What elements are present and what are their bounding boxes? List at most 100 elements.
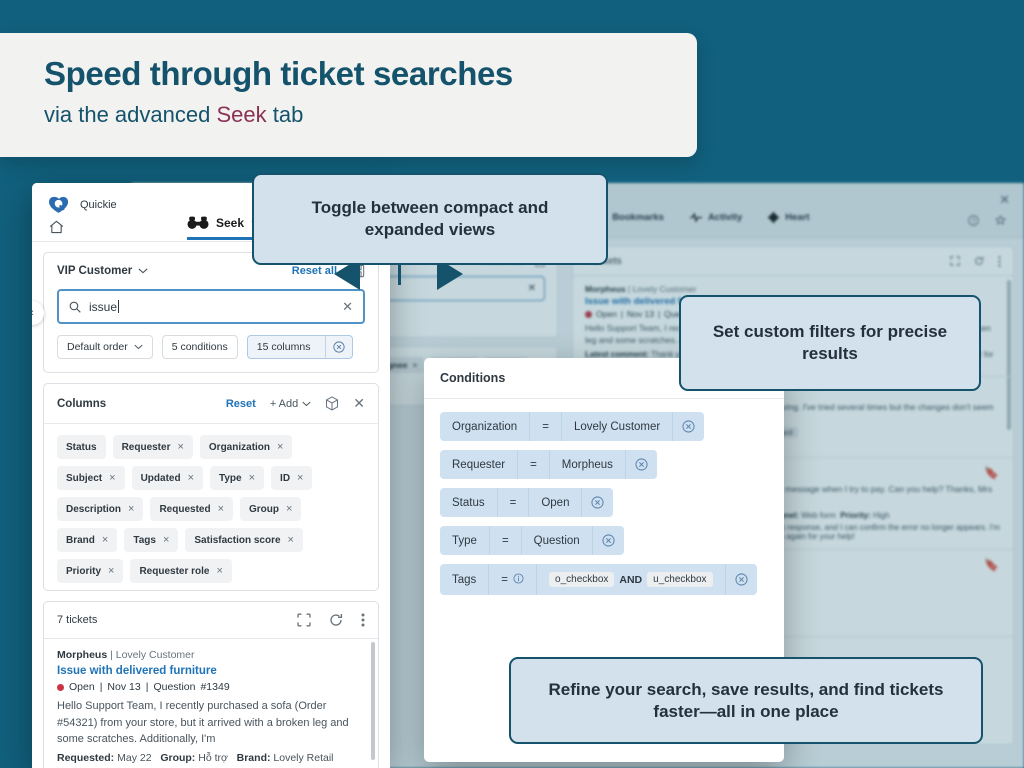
close-icon[interactable]: × <box>128 503 134 515</box>
order-select[interactable]: Default order <box>57 335 153 359</box>
column-chip[interactable]: ID × <box>271 466 313 490</box>
status-badge <box>585 310 592 318</box>
close-icon[interactable]: × <box>163 534 169 546</box>
condition-field[interactable]: Organization <box>440 412 529 441</box>
tab-heart[interactable]: Heart <box>768 212 810 230</box>
remove-circle-icon[interactable] <box>591 526 624 555</box>
remove-circle-icon[interactable] <box>624 450 657 479</box>
bookmark-icon[interactable]: 🔖 <box>984 558 999 572</box>
tab-seek[interactable]: Seek <box>187 216 262 240</box>
column-chip[interactable]: Status <box>57 435 106 459</box>
condition-value[interactable]: Question <box>520 526 592 555</box>
close-icon[interactable]: ✕ <box>999 192 1010 208</box>
condition-field[interactable]: Type <box>440 526 489 555</box>
ticket-meta: Open | Nov 13 | Question #1349 <box>57 681 365 693</box>
reset-all-link[interactable]: Reset all <box>292 265 337 277</box>
close-icon[interactable]: × <box>188 472 194 484</box>
collapse-icon[interactable] <box>950 255 960 266</box>
column-chip[interactable]: Brand × <box>57 528 118 552</box>
column-chip[interactable]: Tags × <box>124 528 179 552</box>
condition-value[interactable]: Lovely Customer <box>560 412 672 441</box>
column-chip-label: Type <box>219 472 242 484</box>
remove-circle-icon[interactable] <box>724 564 757 595</box>
close-icon[interactable]: × <box>108 565 114 577</box>
preset-selector[interactable]: VIP Customer <box>57 265 148 277</box>
background-list-actions <box>950 255 1001 267</box>
remove-circle-icon[interactable] <box>672 412 704 441</box>
column-chip[interactable]: Description × <box>57 497 144 521</box>
group-value: Hỗ trợ <box>198 751 228 764</box>
condition-field[interactable]: Status <box>440 488 497 517</box>
remove-circle-icon[interactable] <box>581 488 613 517</box>
condition-row[interactable]: Requester = Morpheus <box>440 450 657 479</box>
group-label: Group: <box>160 751 196 764</box>
condition-row[interactable]: Status = Open <box>440 488 614 517</box>
more-vertical-icon[interactable] <box>998 255 1001 267</box>
conditions-button[interactable]: 5 conditions <box>161 335 238 359</box>
condition-row[interactable]: Type = Question <box>440 526 624 555</box>
close-icon[interactable]: × <box>297 472 303 484</box>
columns-button[interactable]: 15 columns <box>246 335 354 359</box>
condition-row[interactable]: Tags = o_checkbox AND u_checkbox <box>440 564 757 595</box>
info-icon[interactable] <box>513 572 524 587</box>
column-chip[interactable]: Requester × <box>112 435 193 459</box>
bookmark-icon[interactable]: 🔖 <box>984 466 999 480</box>
pin-icon[interactable] <box>995 215 1006 226</box>
binoculars-icon <box>187 216 209 229</box>
close-icon[interactable]: × <box>216 565 222 577</box>
condition-value[interactable]: o_checkbox AND u_checkbox <box>536 564 725 595</box>
close-icon[interactable]: × <box>412 360 417 370</box>
conditions-list: Organization = Lovely Customer Requester = Mo… <box>424 399 784 608</box>
close-icon[interactable]: ✕ <box>342 299 353 315</box>
column-chip[interactable]: Satisfaction score × <box>185 528 303 552</box>
refresh-icon[interactable] <box>974 256 984 266</box>
status-label: Open <box>69 681 95 693</box>
condition-operator[interactable]: = <box>496 488 529 517</box>
column-chip[interactable]: Subject × <box>57 466 125 490</box>
reset-link[interactable]: Reset <box>226 398 256 410</box>
search-input[interactable]: issue ✕ <box>57 289 365 324</box>
condition-value[interactable]: Open <box>528 488 581 517</box>
condition-operator[interactable]: = <box>488 564 536 595</box>
refresh-icon[interactable] <box>329 613 343 627</box>
close-icon[interactable]: × <box>109 472 115 484</box>
cube-icon[interactable] <box>325 396 339 411</box>
condition-operator[interactable]: = <box>517 450 549 479</box>
help-icon[interactable]: ? <box>968 215 979 226</box>
column-chip[interactable]: Priority × <box>57 559 124 583</box>
close-icon[interactable]: × <box>102 534 108 546</box>
page-subtitle: via the advanced Seek tab <box>44 102 697 128</box>
condition-operator[interactable]: = <box>529 412 561 441</box>
column-chip[interactable]: Organization × <box>199 435 293 459</box>
tab-activity[interactable]: Activity <box>689 212 743 230</box>
close-icon[interactable]: × <box>177 441 183 453</box>
close-icon[interactable]: × <box>277 441 283 453</box>
condition-row[interactable]: Organization = Lovely Customer <box>440 412 705 441</box>
condition-field[interactable]: Tags <box>440 564 488 595</box>
ticket-requester-line: Morpheus | Lovely Customer <box>585 284 697 294</box>
column-chip[interactable]: Requested × <box>150 497 234 521</box>
close-icon[interactable]: × <box>288 534 294 546</box>
column-chip[interactable]: Type × <box>210 466 265 490</box>
scrollbar[interactable] <box>371 642 375 760</box>
list-item[interactable]: Morpheus | Lovely Customer Issue with de… <box>44 639 378 768</box>
column-chip[interactable]: Updated × <box>131 466 203 490</box>
ticket-subject[interactable]: Issue with delivered furniture <box>57 665 365 677</box>
home-icon[interactable] <box>49 220 64 239</box>
column-chip[interactable]: Requester role × <box>130 559 232 583</box>
remove-circle-icon[interactable] <box>325 336 352 358</box>
columns-card: Columns Reset + Add ✕ Status Requester × Or… <box>43 383 379 591</box>
condition-value[interactable]: Morpheus <box>548 450 625 479</box>
condition-operator[interactable]: = <box>488 526 521 555</box>
close-icon[interactable]: ✕ <box>353 395 365 412</box>
close-icon[interactable]: ✕ <box>528 283 536 294</box>
close-icon[interactable]: × <box>218 503 224 515</box>
collapse-icon[interactable] <box>297 613 311 627</box>
close-icon[interactable]: × <box>286 503 292 515</box>
column-chip[interactable]: Group × <box>240 497 302 521</box>
condition-field[interactable]: Requester <box>440 450 517 479</box>
add-column-button[interactable]: + Add <box>270 398 311 410</box>
more-vertical-icon[interactable] <box>361 613 365 627</box>
close-icon[interactable]: × <box>249 472 255 484</box>
tab-label: Activity <box>707 212 743 223</box>
